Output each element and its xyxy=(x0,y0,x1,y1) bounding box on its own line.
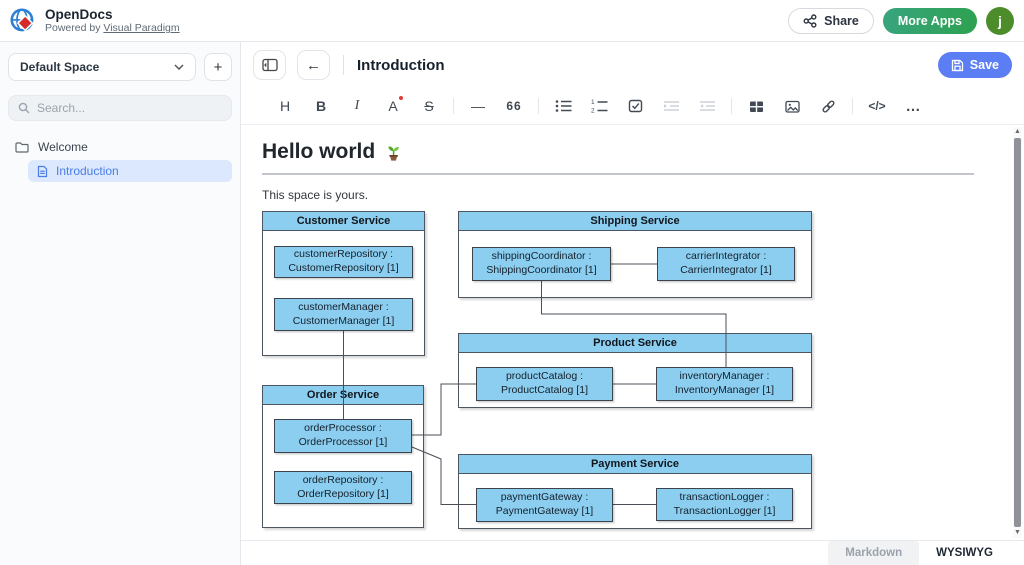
document-icon xyxy=(37,165,48,178)
component-diagram-image[interactable]: Customer Service Shipping Service Produc… xyxy=(262,211,814,533)
main-panel: ← Introduction Save H B I A xyxy=(241,42,1024,565)
page-title: Introduction xyxy=(357,57,444,74)
indent-button[interactable] xyxy=(653,93,689,119)
sidebar-item-introduction[interactable]: Introduction xyxy=(28,160,232,182)
link-button[interactable] xyxy=(810,93,846,119)
component-order-repository: orderRepository : OrderRepository [1] xyxy=(274,471,412,504)
numbered-list-button[interactable]: 1 2 xyxy=(581,93,617,119)
service-title: Payment Service xyxy=(459,455,811,474)
task-list-button[interactable] xyxy=(617,93,653,119)
toolbar-divider xyxy=(731,98,732,114)
bullet-list-button[interactable] xyxy=(545,93,581,119)
powered-by: Powered by Visual Paradigm xyxy=(45,22,180,34)
component-customer-manager: customerManager : CustomerManager [1] xyxy=(274,298,413,331)
table-button[interactable] xyxy=(738,93,774,119)
tab-wysiwyg[interactable]: WYSIWYG xyxy=(919,541,1010,565)
seedling-emoji-icon xyxy=(383,142,404,162)
image-button[interactable] xyxy=(774,93,810,119)
svg-text:1: 1 xyxy=(591,99,595,106)
share-icon xyxy=(803,14,817,28)
bold-button[interactable]: B xyxy=(303,93,339,119)
doc-header: ← Introduction Save xyxy=(241,42,1024,88)
brand: OpenDocs Powered by Visual Paradigm xyxy=(45,7,180,35)
outdent-button[interactable] xyxy=(689,93,725,119)
more-tools-button[interactable]: … xyxy=(895,93,931,119)
page-tree: Welcome Introduction xyxy=(8,136,232,182)
app-name: OpenDocs xyxy=(45,7,180,23)
sidebar-item-welcome[interactable]: Welcome xyxy=(8,136,232,158)
editor-scrollbar[interactable]: ▲ ▼ xyxy=(1013,127,1022,538)
divider xyxy=(343,55,344,75)
editor-footer: Markdown WYSIWYG xyxy=(241,540,1024,565)
visual-paradigm-link[interactable]: Visual Paradigm xyxy=(103,22,179,34)
chevron-down-icon xyxy=(174,64,184,70)
component-order-processor: orderProcessor : OrderProcessor [1] xyxy=(274,419,412,453)
heading-rule xyxy=(262,173,974,175)
back-arrow-icon: ← xyxy=(306,57,321,74)
code-button[interactable]: </> xyxy=(859,93,895,119)
toolbar-divider xyxy=(852,98,853,114)
heading-button[interactable]: H xyxy=(267,93,303,119)
save-icon xyxy=(951,59,964,72)
folder-icon xyxy=(15,141,29,153)
more-apps-button[interactable]: More Apps xyxy=(883,8,977,34)
component-customer-repository: customerRepository : CustomerRepository … xyxy=(274,246,413,278)
search-input[interactable] xyxy=(37,101,222,115)
component-inventory-manager: inventoryManager : InventoryManager [1] xyxy=(656,367,793,401)
svg-text:2: 2 xyxy=(591,108,595,114)
service-box-customer: Customer Service xyxy=(262,211,425,356)
scroll-down-icon[interactable]: ▼ xyxy=(1014,528,1021,538)
horizontal-rule-button[interactable]: — xyxy=(460,93,496,119)
scroll-up-icon[interactable]: ▲ xyxy=(1014,127,1021,137)
editor-area[interactable]: Hello world This space is yours. xyxy=(241,125,1024,540)
toolbar-divider xyxy=(453,98,454,114)
service-title: Shipping Service xyxy=(459,212,811,231)
add-space-button[interactable]: + xyxy=(204,53,232,81)
component-payment-gateway: paymentGateway : PaymentGateway [1] xyxy=(476,488,613,522)
text-color-button[interactable]: A xyxy=(375,93,411,119)
doc-heading: Hello world xyxy=(262,140,988,164)
toggle-sidebar-button[interactable] xyxy=(253,50,286,80)
tab-markdown[interactable]: Markdown xyxy=(828,541,919,565)
toolbar-divider xyxy=(538,98,539,114)
italic-button[interactable]: I xyxy=(339,93,375,119)
back-button[interactable]: ← xyxy=(297,50,330,80)
space-selector[interactable]: Default Space xyxy=(8,53,196,81)
save-button[interactable]: Save xyxy=(938,52,1012,78)
service-title: Customer Service xyxy=(263,212,424,231)
color-dot xyxy=(399,96,403,100)
blockquote-button[interactable]: 66 xyxy=(496,93,532,119)
scrollbar-thumb[interactable] xyxy=(1014,138,1021,527)
opendocs-logo-icon xyxy=(8,6,38,36)
user-avatar[interactable]: j xyxy=(986,7,1014,35)
share-button[interactable]: Share xyxy=(788,8,874,34)
component-transaction-logger: transactionLogger : TransactionLogger [1… xyxy=(656,488,793,521)
editor-toolbar: H B I A S — 66 1 2 xyxy=(241,88,1024,125)
search-icon xyxy=(18,102,30,114)
component-product-catalog: productCatalog : ProductCatalog [1] xyxy=(476,367,613,401)
app-header: OpenDocs Powered by Visual Paradigm Shar… xyxy=(0,0,1024,42)
component-shipping-coordinator: shippingCoordinator : ShippingCoordinato… xyxy=(472,247,611,281)
service-title: Product Service xyxy=(459,334,811,353)
service-box-order: Order Service xyxy=(262,385,424,528)
service-title: Order Service xyxy=(263,386,423,405)
doc-paragraph: This space is yours. xyxy=(262,188,988,202)
strikethrough-button[interactable]: S xyxy=(411,93,447,119)
sidebar: Default Space + xyxy=(0,42,241,565)
search-box[interactable] xyxy=(8,95,232,121)
header-actions: Share More Apps j xyxy=(788,7,1014,35)
component-carrier-integrator: carrierIntegrator : CarrierIntegrator [1… xyxy=(657,247,795,281)
